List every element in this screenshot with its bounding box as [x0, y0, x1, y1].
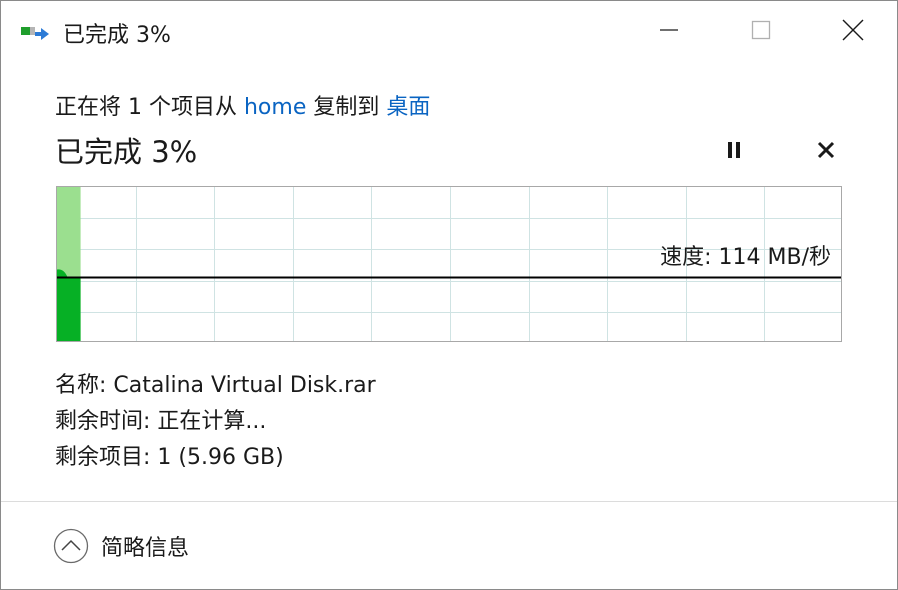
cancel-icon [817, 141, 835, 163]
copy-progress-dialog: 已完成 3% 正在将 1 个项目从 home 复制到 桌面 已完成 3% 速度:… [0, 0, 898, 590]
destination-link[interactable]: 桌面 [386, 95, 430, 120]
file-name: 名称: Catalina Virtual Disk.rar [55, 373, 376, 398]
cancel-button[interactable] [809, 137, 843, 167]
time-remaining: 剩余时间: 正在计算... [55, 409, 267, 434]
copy-prefix: 正在将 1 个项目从 [55, 95, 244, 120]
chevron-up-circle-icon [53, 528, 89, 564]
source-link[interactable]: home [244, 95, 306, 120]
speed-label: 速度: 114 MB/秒 [660, 245, 831, 270]
items-remaining: 剩余项目: 1 (5.96 GB) [55, 445, 284, 470]
close-button[interactable] [807, 1, 898, 63]
maximize-button[interactable] [715, 1, 807, 63]
pause-icon [726, 141, 742, 163]
speed-graph: 速度: 114 MB/秒 [56, 186, 842, 342]
fewer-details-label: 简略信息 [101, 536, 190, 561]
close-icon [842, 19, 864, 45]
minimize-button[interactable] [623, 1, 715, 63]
copy-description: 正在将 1 个项目从 home 复制到 桌面 [55, 89, 430, 121]
progress-area-done [57, 269, 81, 341]
copy-middle: 复制到 [306, 95, 387, 120]
maximize-icon [751, 20, 771, 44]
progress-heading: 已完成 3% [55, 135, 198, 169]
window-title: 已完成 3% [63, 23, 171, 48]
copy-file-icon [21, 23, 49, 45]
fewer-details-toggle[interactable]: 简略信息 [53, 526, 189, 566]
minimize-icon [659, 20, 679, 44]
title-bar: 已完成 3% [1, 1, 897, 63]
footer-divider [1, 501, 897, 502]
pause-button[interactable] [717, 137, 751, 167]
